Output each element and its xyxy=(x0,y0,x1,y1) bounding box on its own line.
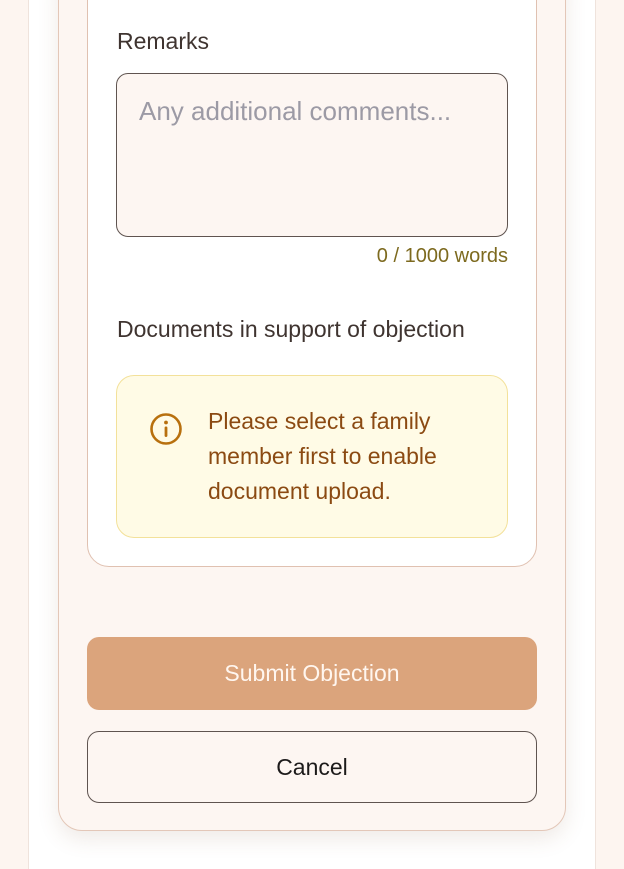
objection-form-page: Remarks 0 / 1000 words Documents in supp… xyxy=(0,0,624,869)
info-circle-icon xyxy=(150,413,182,445)
cancel-button[interactable]: Cancel xyxy=(87,731,537,803)
remarks-word-count: 0 / 1000 words xyxy=(376,245,508,267)
remarks-textarea[interactable] xyxy=(116,73,508,237)
notice-text: Please select a family member first to e… xyxy=(208,408,437,504)
remarks-label: Remarks xyxy=(117,28,210,54)
submit-objection-button[interactable]: Submit Objection xyxy=(87,637,537,710)
documents-label: Documents in support of objection xyxy=(117,316,465,342)
document-upload-notice: Please select a family member first to e… xyxy=(116,375,508,538)
